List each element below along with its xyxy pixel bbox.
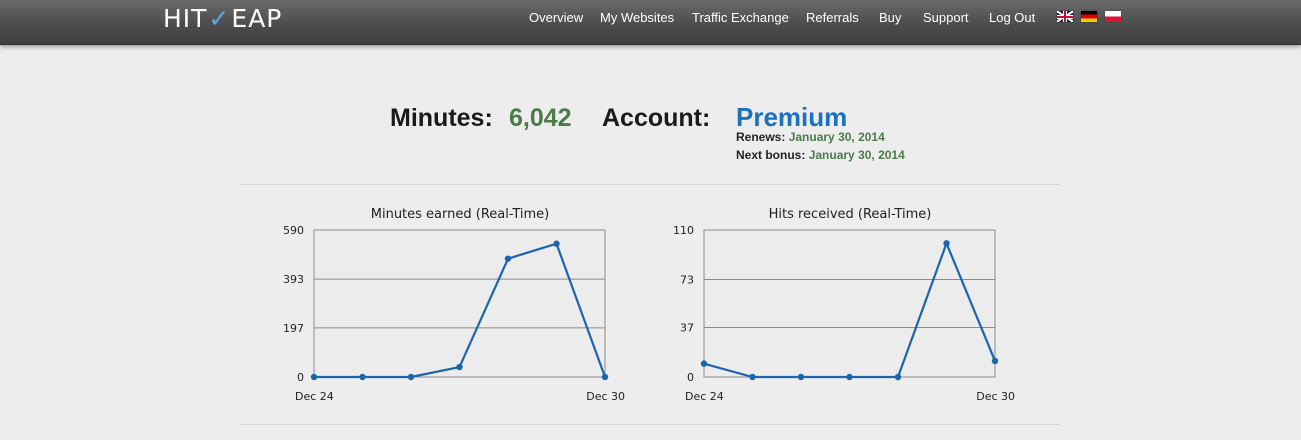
data-point (359, 373, 366, 381)
germany-flag-icon[interactable] (1081, 11, 1097, 22)
y-tick-label: 73 (680, 273, 694, 286)
y-tick-label: 393 (283, 273, 304, 286)
renews-label: Renews: (736, 130, 786, 144)
next-bonus-label: Next bonus: (736, 148, 806, 162)
y-tick-label: 0 (297, 371, 304, 384)
y-tick-label: 110 (673, 224, 694, 237)
data-point (846, 373, 853, 381)
chart-title-minutes: Minutes earned (Real-Time) (370, 207, 550, 222)
x-tick-label-start: Dec 24 (295, 390, 334, 403)
data-point (553, 240, 560, 247)
nav-traffic-exchange[interactable]: Traffic Exchange (692, 10, 789, 25)
y-tick-label: 0 (687, 371, 694, 384)
nav-log-out[interactable]: Log Out (989, 10, 1035, 25)
next-bonus-date: January 30, 2014 (808, 148, 905, 162)
nav-support[interactable]: Support (923, 10, 969, 25)
data-point (601, 373, 609, 381)
data-point (991, 357, 999, 365)
minutes-value: 6,042 (509, 104, 572, 132)
y-tick-label: 590 (283, 224, 304, 237)
data-point (943, 240, 950, 247)
hits-received-chart: 0 37 73 110 Dec 24 Dec 30 (673, 224, 1015, 403)
data-point (407, 373, 415, 381)
chart-title-hits: Hits received (Real-Time) (768, 207, 932, 222)
data-point (456, 363, 463, 371)
plot-area (703, 229, 996, 378)
data-point (749, 373, 756, 381)
data-point (504, 255, 512, 262)
nav-buy[interactable]: Buy (879, 10, 901, 25)
minutes-earned-chart: 0 197 393 590 Dec 24 Dec 30 (283, 224, 625, 403)
next-bonus-row: Next bonus: January 30, 2014 (736, 148, 905, 162)
nav-overview[interactable]: Overview (529, 10, 583, 25)
plot-area (313, 229, 606, 378)
divider-top (240, 184, 1060, 185)
poland-flag-icon[interactable] (1105, 11, 1121, 22)
divider-bottom (240, 424, 1060, 425)
top-bar: HIT ✓ EAP Overview My Websites Traffic Exc… (0, 0, 1301, 45)
x-tick-label-end: Dec 30 (976, 390, 1015, 403)
uk-flag-icon[interactable] (1057, 11, 1073, 22)
renews-date: January 30, 2014 (788, 130, 885, 144)
nav-referrals[interactable]: Referrals (806, 10, 859, 25)
data-point (797, 373, 805, 381)
x-tick-label-end: Dec 30 (586, 390, 625, 403)
x-tick-label-start: Dec 24 (685, 390, 724, 403)
minutes-label: Minutes: (390, 104, 493, 132)
main-nav: Overview My Websites Traffic Exchange Re… (0, 0, 1301, 36)
data-point (310, 373, 318, 381)
y-tick-label: 37 (680, 322, 694, 335)
data-point (700, 360, 708, 367)
renews-row: Renews: January 30, 2014 (736, 130, 885, 144)
nav-my-websites[interactable]: My Websites (600, 10, 674, 25)
account-label: Account: (602, 104, 711, 132)
account-type-value: Premium (736, 102, 848, 132)
data-point (894, 373, 902, 381)
y-tick-label: 197 (283, 322, 304, 335)
